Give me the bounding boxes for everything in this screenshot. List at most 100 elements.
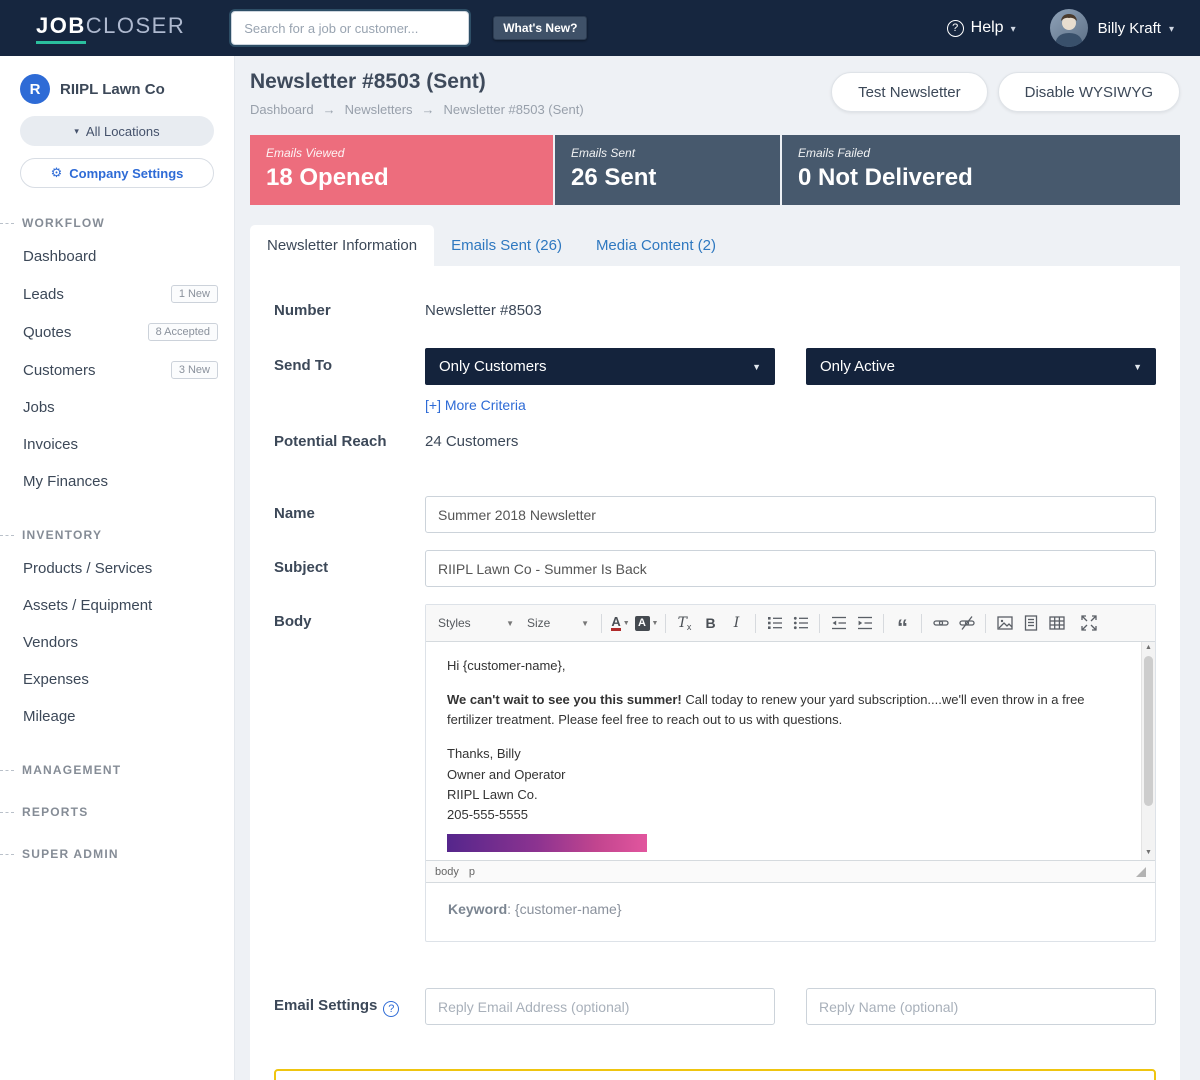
embedded-image[interactable] xyxy=(447,834,647,852)
sidebar-item-products-services[interactable]: Products / Services xyxy=(0,550,234,587)
keyword-hint: Keyword: {customer-name} xyxy=(426,883,1155,941)
user-avatar[interactable] xyxy=(1050,9,1088,47)
toolbar-separator xyxy=(665,614,666,633)
scrollbar-thumb[interactable] xyxy=(1144,656,1153,806)
remove-format-icon: T xyxy=(678,615,687,631)
app-logo[interactable]: JOBCLOSER xyxy=(36,13,185,44)
editor-toolbar: Styles ▼ Size ▼ A ▼ xyxy=(426,605,1155,642)
tab-newsletter-information[interactable]: Newsletter Information xyxy=(250,225,434,266)
styles-dropdown[interactable]: Styles ▼ xyxy=(432,611,520,635)
sidebar-item-label: Mileage xyxy=(23,708,76,725)
newsletter-subject-input[interactable] xyxy=(425,550,1156,587)
insert-template-button[interactable] xyxy=(1018,611,1043,635)
sidebar-item-label: Expenses xyxy=(23,671,89,688)
sidebar-item-vendors[interactable]: Vendors xyxy=(0,624,234,661)
editor-signature-line: Thanks, Billy xyxy=(447,744,1121,764)
blockquote-icon: “ xyxy=(897,624,908,632)
sidebar-item-leads[interactable]: Leads 1 New xyxy=(0,275,234,313)
editor-resize-handle[interactable] xyxy=(1136,867,1146,877)
blockquote-button[interactable]: “ xyxy=(890,611,915,635)
sidebar-item-jobs[interactable]: Jobs xyxy=(0,389,234,426)
stat-label: Emails Viewed xyxy=(266,146,537,160)
customers-badge: 3 New xyxy=(171,361,218,379)
tab-media-content[interactable]: Media Content (2) xyxy=(579,225,733,266)
sidebar-section-super-admin[interactable]: SUPER ADMIN xyxy=(0,847,234,861)
body-label: Body xyxy=(274,604,425,942)
breadcrumb-newsletters[interactable]: Newsletters xyxy=(314,102,413,117)
sidebar-item-assets-equipment[interactable]: Assets / Equipment xyxy=(0,587,234,624)
toolbar-separator xyxy=(921,614,922,633)
sidebar-item-quotes[interactable]: Quotes 8 Accepted xyxy=(0,313,234,351)
stat-value: 0 Not Delivered xyxy=(798,164,1164,192)
reply-email-input[interactable] xyxy=(425,988,775,1025)
sidebar-section-management[interactable]: MANAGEMENT xyxy=(0,763,234,777)
sidebar-section-reports[interactable]: REPORTS xyxy=(0,805,234,819)
caret-down-icon: ▼ xyxy=(506,619,514,628)
body-editor-container: Styles ▼ Size ▼ A ▼ xyxy=(425,604,1156,942)
sidebar-item-label: Quotes xyxy=(23,324,71,341)
sidebar-item-dashboard[interactable]: Dashboard xyxy=(0,238,234,275)
sidebar-item-customers[interactable]: Customers 3 New xyxy=(0,351,234,389)
all-locations-select[interactable]: ▾ All Locations xyxy=(20,116,214,146)
sidebar-item-label: Dashboard xyxy=(23,248,96,265)
background-color-button[interactable]: A ▼ xyxy=(634,611,659,635)
editor-lead-paragraph: We can't wait to see you this summer! Ca… xyxy=(447,690,1121,730)
help-menu[interactable]: ? Help ▾ xyxy=(947,19,1016,37)
insert-image-button[interactable] xyxy=(992,611,1017,635)
company-row[interactable]: R RIIPL Lawn Co xyxy=(0,74,234,104)
more-criteria-link[interactable]: [+] More Criteria xyxy=(425,397,526,413)
italic-button[interactable]: I xyxy=(724,611,749,635)
sidebar-item-my-finances[interactable]: My Finances xyxy=(0,463,234,500)
bold-button[interactable]: B xyxy=(698,611,723,635)
editor-content[interactable]: Hi {customer-name}, We can't wait to see… xyxy=(426,642,1155,860)
subject-label: Subject xyxy=(274,550,425,587)
gear-icon: ⚙ xyxy=(51,165,63,181)
email-settings-help-icon[interactable]: ? xyxy=(383,1001,399,1017)
tab-emails-sent[interactable]: Emails Sent (26) xyxy=(434,225,579,266)
numbered-list-icon xyxy=(767,615,783,631)
unlink-button[interactable] xyxy=(954,611,979,635)
number-label: Number xyxy=(274,302,425,319)
stat-label: Emails Sent xyxy=(571,146,764,160)
sidebar-section-workflow: WORKFLOW xyxy=(0,216,234,230)
editor-scrollbar[interactable]: ▲ ▼ xyxy=(1141,642,1155,860)
italic-icon: I xyxy=(734,615,740,631)
company-name: RIIPL Lawn Co xyxy=(60,81,165,98)
reply-name-input[interactable] xyxy=(806,988,1156,1025)
avatar-silhouette xyxy=(1050,9,1088,47)
whats-new-button[interactable]: What's New? xyxy=(493,16,587,40)
sidebar-item-label: Products / Services xyxy=(23,560,152,577)
disable-wysiwyg-button[interactable]: Disable WYSIWYG xyxy=(998,72,1180,112)
company-settings-button[interactable]: ⚙ Company Settings xyxy=(20,158,214,188)
scroll-down-icon[interactable]: ▼ xyxy=(1142,847,1155,860)
size-label: Size xyxy=(527,616,550,630)
global-search-input[interactable] xyxy=(231,11,469,45)
sidebar-item-invoices[interactable]: Invoices xyxy=(0,426,234,463)
text-color-button[interactable]: A ▼ xyxy=(608,611,633,635)
stat-label: Emails Failed xyxy=(798,146,1164,160)
scroll-up-icon[interactable]: ▲ xyxy=(1142,642,1155,655)
maximize-button[interactable] xyxy=(1076,611,1101,635)
bulleted-list-button[interactable] xyxy=(788,611,813,635)
test-newsletter-button[interactable]: Test Newsletter xyxy=(831,72,988,112)
insert-table-button[interactable] xyxy=(1044,611,1069,635)
path-p[interactable]: p xyxy=(469,866,475,878)
remove-format-button[interactable]: Tx xyxy=(672,611,697,635)
quotes-badge: 8 Accepted xyxy=(148,323,218,341)
send-to-select[interactable]: Only Customers ▼ xyxy=(425,348,775,385)
size-dropdown[interactable]: Size ▼ xyxy=(521,611,595,635)
newsletter-name-input[interactable] xyxy=(425,496,1156,533)
sidebar-item-expenses[interactable]: Expenses xyxy=(0,661,234,698)
potential-reach-value: 24 Customers xyxy=(425,433,1156,450)
increase-indent-button[interactable] xyxy=(852,611,877,635)
decrease-indent-button[interactable] xyxy=(826,611,851,635)
numbered-list-button[interactable] xyxy=(762,611,787,635)
sidebar-item-label: Vendors xyxy=(23,634,78,651)
sidebar-item-mileage[interactable]: Mileage xyxy=(0,698,234,735)
link-button[interactable] xyxy=(928,611,953,635)
path-body[interactable]: body xyxy=(435,866,459,878)
send-to-filter-select[interactable]: Only Active ▼ xyxy=(806,348,1156,385)
user-menu[interactable]: Billy Kraft ▾ xyxy=(1098,20,1174,37)
caret-down-icon: ▼ xyxy=(623,620,630,627)
breadcrumb-dashboard[interactable]: Dashboard xyxy=(250,102,314,117)
